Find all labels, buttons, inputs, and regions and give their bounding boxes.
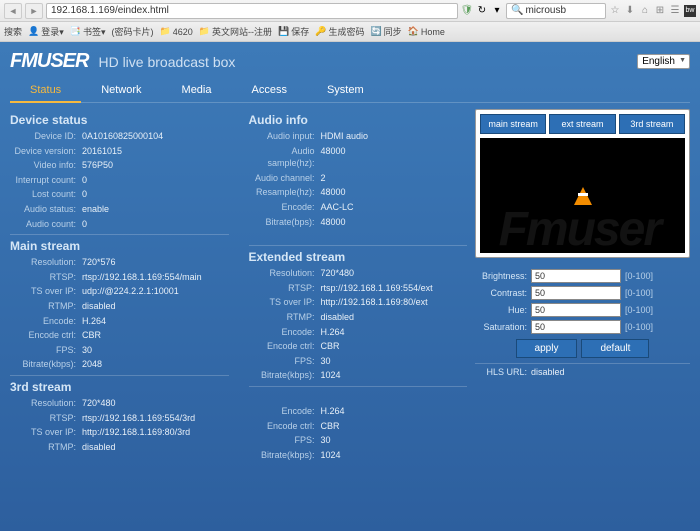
audio-bitrate: 48000 <box>321 216 468 229</box>
saturation-input[interactable] <box>531 320 621 334</box>
ext-encode-ctrl: CBR <box>321 340 468 353</box>
resample: 48000 <box>321 186 468 199</box>
ext-fps: 30 <box>321 355 468 368</box>
main-rtsp: rtsp://192.168.1.169:554/main <box>82 271 229 284</box>
hue-input[interactable] <box>531 303 621 317</box>
tab-network[interactable]: Network <box>81 79 161 102</box>
page-content: Fmuser FMUSER HD live broadcast box Engl… <box>0 42 700 531</box>
bookmark-item[interactable]: 📁 英文网站--注册 <box>199 25 272 38</box>
ext-stream-title: Extended stream <box>249 250 468 264</box>
audio-channel: 2 <box>321 172 468 185</box>
bookmark-item[interactable]: 💾 保存 <box>278 25 309 38</box>
dropdown-icon[interactable]: ▾ <box>491 5 503 17</box>
device-status-title: Device status <box>10 113 229 127</box>
third-ts: http://192.168.1.169:80/3rd <box>82 426 229 439</box>
main-fps: 30 <box>82 344 229 357</box>
main-bitrate: 2048 <box>82 358 229 371</box>
audio-status: enable <box>82 203 229 216</box>
audio-count: 0 <box>82 218 229 231</box>
ext-bitrate: 1024 <box>321 369 468 382</box>
ext-ts: http://192.168.1.169:80/ext <box>321 296 468 309</box>
device-version: 20161015 <box>82 145 229 158</box>
video-info: 576P50 <box>82 159 229 172</box>
home-icon[interactable]: ⌂ <box>639 5 651 17</box>
refresh-icon[interactable]: ↻ <box>476 5 488 17</box>
bookmark-item[interactable]: 🔑 生成密码 <box>315 25 364 38</box>
third-rtmp: disabled <box>82 441 229 454</box>
forward-button[interactable]: ► <box>25 3 43 19</box>
star-icon[interactable]: ☆ <box>609 5 621 17</box>
third-resolution: 720*480 <box>82 397 229 410</box>
interrupt-count: 0 <box>82 174 229 187</box>
third-bitrate: 1024 <box>321 449 468 462</box>
url-bar[interactable]: 192.168.1.169/eindex.html <box>46 3 458 19</box>
preview-box: main stream ext stream 3rd stream <box>475 109 690 258</box>
third-fps: 30 <box>321 434 468 447</box>
bookmark-item[interactable]: 🔄 同步 <box>370 25 401 38</box>
audio-encode: AAC-LC <box>321 201 468 214</box>
logo: FMUSER <box>10 50 88 73</box>
ext-rtsp: rtsp://192.168.1.169:554/ext <box>321 282 468 295</box>
preview-tab-main[interactable]: main stream <box>480 114 546 134</box>
back-button[interactable]: ◄ <box>4 3 22 19</box>
default-button[interactable]: default <box>581 339 649 358</box>
main-resolution: 720*576 <box>82 256 229 269</box>
ext-encode: H.264 <box>321 326 468 339</box>
main-encode-ctrl: CBR <box>82 329 229 342</box>
main-stream-title: Main stream <box>10 239 229 253</box>
tab-system[interactable]: System <box>307 79 384 102</box>
ext-rtmp: disabled <box>321 311 468 324</box>
ext-resolution: 720*480 <box>321 267 468 280</box>
search-box[interactable]: 🔍microusb <box>506 3 606 19</box>
main-tabs: Status Network Media Access System <box>10 79 690 103</box>
browser-nav-bar: ◄ ► 192.168.1.169/eindex.html 🛡 ↻ ▾ 🔍mic… <box>0 0 700 22</box>
brightness-input[interactable] <box>531 269 621 283</box>
bookmark-item[interactable]: 📁 4620 <box>160 26 193 37</box>
tab-status[interactable]: Status <box>10 79 81 103</box>
third-encode: H.264 <box>321 405 468 418</box>
page-title: HD live broadcast box <box>98 54 235 70</box>
vlc-cone-icon <box>574 187 592 205</box>
shield-icon: 🛡 <box>461 5 473 17</box>
video-preview[interactable] <box>480 138 685 253</box>
third-rtsp: rtsp://192.168.1.169:554/3rd <box>82 412 229 425</box>
bookmark-item[interactable]: 👤 登录▾ <box>28 25 64 38</box>
audio-input: HDMI audio <box>321 130 468 143</box>
menu-icon[interactable]: ☰ <box>669 5 681 17</box>
audio-info-title: Audio info <box>249 113 468 127</box>
bookmark-item[interactable]: 搜索 <box>4 25 22 38</box>
bookmark-item[interactable]: 🏠 Home <box>408 26 445 37</box>
bookmark-bar: 搜索 👤 登录▾ 📑 书签▾ (密码卡片) 📁 4620 📁 英文网站--注册 … <box>0 22 700 42</box>
page-header: FMUSER HD live broadcast box English <box>10 48 690 79</box>
apply-button[interactable]: apply <box>516 339 578 358</box>
main-rtmp: disabled <box>82 300 229 313</box>
bookmark-item[interactable]: (密码卡片) <box>112 25 154 38</box>
grid-icon[interactable]: ⊞ <box>654 5 666 17</box>
preview-tab-3rd[interactable]: 3rd stream <box>619 114 685 134</box>
third-encode-ctrl: CBR <box>321 420 468 433</box>
bw-icon[interactable]: bw <box>684 5 696 17</box>
device-id: 0A10160825000104 <box>82 130 229 143</box>
bookmark-item[interactable]: 📑 书签▾ <box>70 25 106 38</box>
tab-media[interactable]: Media <box>162 79 232 102</box>
preview-tab-ext[interactable]: ext stream <box>549 114 615 134</box>
audio-sample: 48000 <box>321 145 468 170</box>
main-encode: H.264 <box>82 315 229 328</box>
third-stream-title: 3rd stream <box>10 380 229 394</box>
hls-url: disabled <box>531 367 690 377</box>
language-select[interactable]: English <box>637 54 690 69</box>
tab-access[interactable]: Access <box>232 79 307 102</box>
contrast-input[interactable] <box>531 286 621 300</box>
lost-count: 0 <box>82 188 229 201</box>
down-icon[interactable]: ⬇ <box>624 5 636 17</box>
main-ts: udp://@224.2.2.1:10001 <box>82 285 229 298</box>
